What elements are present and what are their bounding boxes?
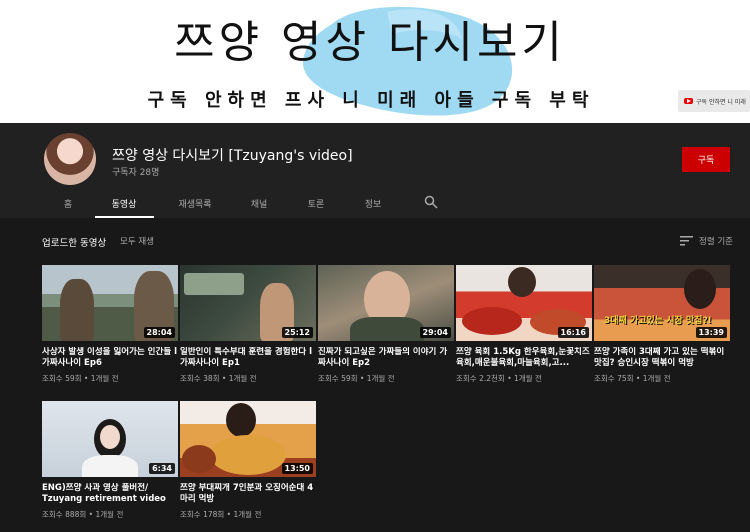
video-duration: 29:04 [419, 327, 451, 338]
banner-title: 쯔양 영상 다시보기 [174, 17, 566, 68]
youtube-icon [684, 98, 693, 104]
thumbnail-face [226, 403, 256, 437]
tab-discussion[interactable]: 토론 [308, 197, 325, 210]
video-card[interactable]: 13:50 쯔양 부대찌개 7인분과 오징어순대 4마리 먹방 조회수 178회… [180, 401, 316, 520]
video-meta: 조회수 59회 • 1개월 전 [42, 374, 119, 383]
video-meta: 조회수 75회 • 1개월 전 [594, 374, 671, 383]
tab-about[interactable]: 정보 [365, 197, 382, 210]
video-title[interactable]: 사상자 발생 이성을 잃어가는 인간들 l 가짜사나이 Ep6 [42, 347, 178, 369]
video-card[interactable]: 25:12 일반인이 특수부대 훈련을 경험한다 l 가짜사나이 Ep1 조회수… [180, 265, 316, 384]
search-icon[interactable] [424, 195, 438, 209]
tab-playlists[interactable]: 재생목록 [178, 197, 211, 210]
thumbnail-face [684, 269, 716, 309]
tab-channels[interactable]: 채널 [251, 197, 268, 210]
video-title[interactable]: 진짜가 되고싶은 가짜들의 이야기 가짜사나이 Ep2 [318, 347, 454, 369]
thumbnail-face [508, 267, 536, 297]
banner-subtitle: 구독 안하면 프사 니 미래 아들 구독 부탁 [147, 90, 595, 111]
video-card[interactable]: 28:04 사상자 발생 이성을 잃어가는 인간들 l 가짜사나이 Ep6 조회… [42, 265, 178, 384]
video-duration: 13:39 [695, 327, 727, 338]
tab-home[interactable]: 홈 [64, 197, 72, 210]
video-title[interactable]: 일반인이 특수부대 훈련을 경험한다 l 가짜사나이 Ep1 [180, 347, 316, 369]
video-duration: 28:04 [143, 327, 175, 338]
thumbnail-figure [82, 455, 138, 477]
video-card[interactable]: 6:34 ENG)쯔양 사과 영상 풀버전/ Tzuyang retiremen… [42, 401, 178, 520]
video-card[interactable]: 29:04 진짜가 되고싶은 가짜들의 이야기 가짜사나이 Ep2 조회수 59… [318, 265, 454, 384]
thumbnail-figure [60, 279, 94, 341]
channel-name: 쯔양 영상 다시보기 [Tzuyang's video] [112, 148, 353, 164]
video-thumbnail[interactable]: 13:50 [180, 401, 316, 477]
tab-videos[interactable]: 동영상 [112, 197, 137, 210]
video-meta: 조회수 38회 • 1개월 전 [180, 374, 257, 383]
thumbnail-figure [350, 317, 424, 341]
video-meta: 조회수 888회 • 1개월 전 [42, 510, 124, 519]
active-tab-indicator [95, 216, 154, 218]
video-title[interactable]: 쯔양 육회 1.5Kg 한우육회,눈꽃치즈육회,매운불육회,마늘육회,고... [456, 347, 592, 369]
video-title[interactable]: 쯔양 부대찌개 7인분과 오징어순대 4마리 먹방 [180, 483, 316, 505]
video-card[interactable]: 3대째 가고있는 시장 맛집?! 13:39 쯔양 가족이 3대째 가고 있는 … [594, 265, 730, 384]
video-duration: 6:34 [149, 463, 175, 474]
thumbnail-screen [184, 273, 244, 295]
thumbnail-face [100, 425, 120, 449]
video-title[interactable]: 쯔양 가족이 3대째 가고 있는 떡볶이 맛집? 승인시장 떡볶이 먹방 [594, 347, 730, 369]
video-thumbnail[interactable]: 25:12 [180, 265, 316, 341]
video-thumbnail[interactable]: 16:16 [456, 265, 592, 341]
video-duration: 25:12 [281, 327, 313, 338]
thumbnail-dish [210, 435, 286, 475]
video-title[interactable]: ENG)쯔양 사과 영상 풀버전/ Tzuyang retirement vid… [42, 483, 178, 505]
video-card[interactable]: 16:16 쯔양 육회 1.5Kg 한우육회,눈꽃치즈육회,매운불육회,마늘육회… [456, 265, 592, 384]
thumbnail-dish [182, 445, 216, 473]
video-duration: 13:50 [281, 463, 313, 474]
channel-tabs: 홈 동영상 재생목록 채널 토론 정보 [0, 191, 750, 218]
thumbnail-dish [462, 307, 522, 335]
sort-icon[interactable] [680, 236, 693, 246]
section-title: 업로드한 동영상 [42, 238, 107, 249]
banner-subscribe-link[interactable]: 구독 안하면 니 미래 [678, 90, 750, 112]
channel-banner: 쯔양 영상 다시보기 구독 안하면 프사 니 미래 아들 구독 부탁 구독 안하… [0, 0, 750, 123]
channel-header: 쯔양 영상 다시보기 [Tzuyang's video] 구독자 28명 구독 … [0, 123, 750, 218]
video-meta: 조회수 2.2천회 • 1개월 전 [456, 374, 542, 383]
thumbnail-caption: 3대째 가고있는 시장 맛집?! [604, 316, 712, 326]
play-all-button[interactable]: 모두 재생 [120, 235, 154, 247]
sort-button[interactable]: 정렬 기준 [699, 235, 733, 247]
subscriber-count: 구독자 28명 [112, 168, 160, 178]
video-thumbnail[interactable]: 3대째 가고있는 시장 맛집?! 13:39 [594, 265, 730, 341]
channel-avatar[interactable] [44, 133, 96, 185]
video-duration: 16:16 [557, 327, 589, 338]
subscribe-button[interactable]: 구독 [682, 147, 730, 172]
banner-link-label: 구독 안하면 니 미래 [696, 98, 746, 106]
video-meta: 조회수 178회 • 1개월 전 [180, 510, 262, 519]
video-thumbnail[interactable]: 6:34 [42, 401, 178, 477]
video-thumbnail[interactable]: 28:04 [42, 265, 178, 341]
video-thumbnail[interactable]: 29:04 [318, 265, 454, 341]
video-meta: 조회수 59회 • 1개월 전 [318, 374, 395, 383]
